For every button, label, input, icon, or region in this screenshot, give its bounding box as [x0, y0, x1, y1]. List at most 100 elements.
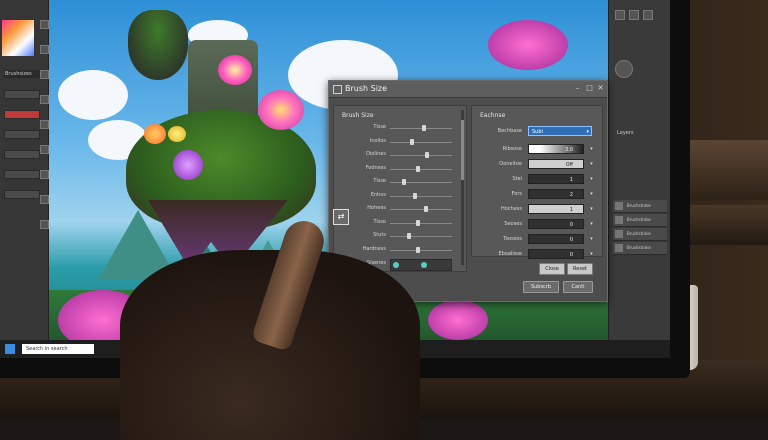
chevron-down-icon: ▾	[586, 129, 589, 135]
slider-row: Tisso	[338, 217, 458, 229]
slider-label: Tisse	[373, 124, 386, 130]
value-field[interactable]: 0	[528, 234, 584, 244]
dialog-titlebar[interactable]: Brush Size – □ ✕	[329, 81, 607, 98]
spinner-icon[interactable]: ▾	[588, 235, 595, 244]
value-field[interactable]: 2	[528, 189, 584, 199]
layer-thumbnail	[615, 216, 623, 224]
brush-size-label: Brush Size	[342, 112, 374, 119]
slider-thumb[interactable]	[415, 246, 420, 253]
tool-row[interactable]	[4, 90, 40, 99]
field-label: Eboalisse	[498, 251, 522, 257]
layer-row[interactable]: Brushstroke	[613, 200, 667, 213]
minimize-icon[interactable]: –	[573, 84, 582, 93]
slider-row: Enhos	[338, 190, 458, 202]
slider-track[interactable]	[390, 155, 452, 156]
app-icon	[333, 85, 342, 94]
spinner-icon[interactable]: ▾	[588, 160, 595, 169]
close-icon[interactable]: ✕	[596, 84, 605, 93]
color-wheel-icon[interactable]	[615, 60, 633, 78]
slider-track[interactable]	[390, 249, 452, 251]
slider-label: Stuts	[373, 232, 386, 238]
field-label: Bechbase	[497, 128, 522, 134]
pane-scrollbar[interactable]	[461, 110, 464, 265]
dock-icon[interactable]: ⇄	[333, 209, 349, 225]
tool-icon[interactable]	[40, 20, 49, 29]
orange-flower	[144, 124, 166, 144]
spinner-icon[interactable]: ▾	[588, 205, 595, 214]
slider-row: Tisse	[338, 122, 458, 134]
tool-icon[interactable]	[40, 45, 49, 54]
slider-thumb[interactable]	[416, 165, 421, 172]
slider-thumb[interactable]	[421, 125, 426, 131]
slider-track[interactable]	[390, 182, 452, 183]
value-field[interactable]: 3.0	[528, 144, 584, 154]
tool-icon[interactable]	[40, 70, 49, 79]
tool-icon[interactable]	[40, 145, 49, 154]
slider-thumb[interactable]	[424, 152, 429, 158]
tool-icon[interactable]	[40, 95, 49, 104]
value-field[interactable]: Off	[528, 159, 584, 169]
slider-thumb[interactable]	[413, 192, 418, 199]
tool-icon[interactable]	[40, 170, 49, 179]
layer-row[interactable]: Brushstroke	[613, 214, 667, 227]
slider-thumb[interactable]	[410, 138, 415, 145]
tool-icon[interactable]	[40, 120, 49, 129]
setting-row: Seoses 0 ▾	[476, 219, 600, 231]
tool-row[interactable]	[4, 170, 40, 179]
spinner-icon[interactable]: ▾	[588, 190, 595, 199]
reset-button[interactable]: Reset	[567, 263, 593, 275]
value-field[interactable]: 1	[528, 174, 584, 184]
select-value: Subi	[532, 129, 543, 135]
slider-track[interactable]	[390, 209, 452, 210]
bechbase-select[interactable]: Subi ▾	[528, 126, 592, 136]
layer-row[interactable]: Brushstroke	[613, 228, 667, 241]
tool-row-active[interactable]	[4, 110, 40, 119]
tool-row[interactable]	[4, 150, 40, 159]
spinner-icon[interactable]: ▾	[588, 220, 595, 229]
slider-row: Stuts	[338, 230, 458, 242]
field-label: Seoses	[504, 221, 522, 227]
right-panel: Layers Brushstroke Brushstroke Brushstro…	[608, 0, 670, 358]
maximize-icon[interactable]: □	[585, 84, 594, 93]
slider-thumb[interactable]	[415, 219, 420, 226]
tool-row[interactable]	[4, 190, 40, 199]
panel-icon[interactable]	[615, 10, 625, 20]
value-field[interactable]: 1	[528, 204, 584, 214]
layers-title: Layers	[617, 130, 634, 136]
tool-icon[interactable]	[40, 220, 49, 229]
panel-icon[interactable]	[643, 10, 653, 20]
slider-track[interactable]	[390, 195, 452, 197]
field-label: Fors	[511, 191, 522, 197]
value-field[interactable]: 0	[528, 219, 584, 229]
cancel-button[interactable]: Cantl	[563, 281, 593, 293]
color-swatch[interactable]	[2, 20, 34, 56]
start-icon[interactable]	[5, 344, 15, 354]
taskbar-search[interactable]: Search in search	[22, 344, 94, 354]
spinner-icon[interactable]: ▾	[588, 175, 595, 184]
slider-label: Diolines	[366, 151, 386, 157]
tool-row[interactable]	[4, 130, 40, 139]
spinner-icon[interactable]: ▾	[588, 145, 595, 154]
layer-thumbnail	[615, 202, 623, 210]
layer-row[interactable]: Brushstroke	[613, 242, 667, 255]
slider-row: Hohees	[338, 203, 458, 215]
slider-track[interactable]	[390, 236, 452, 237]
scrollbar-thumb[interactable]	[461, 120, 464, 180]
slider-track[interactable]	[390, 141, 452, 143]
value-field[interactable]: 0	[528, 249, 584, 259]
purple-orb	[173, 150, 203, 180]
layer-label: Brushstroke	[627, 203, 651, 208]
subscribe-button[interactable]: Subscrb	[523, 281, 559, 293]
slider-thumb[interactable]	[401, 179, 406, 185]
slider-track[interactable]	[390, 222, 452, 224]
panel-icon[interactable]	[629, 10, 639, 20]
slider-thumb[interactable]	[423, 206, 428, 212]
close-button[interactable]: Close	[539, 263, 565, 275]
layer-label: Brushstroke	[627, 217, 651, 222]
tool-icon[interactable]	[40, 195, 49, 204]
layer-label: Brushstroke	[627, 245, 651, 250]
setting-row: Ribsose 3.0 ▾	[476, 144, 600, 156]
slider-track[interactable]	[390, 168, 452, 170]
slider-thumb[interactable]	[407, 233, 412, 239]
spinner-icon[interactable]: ▾	[588, 250, 595, 259]
